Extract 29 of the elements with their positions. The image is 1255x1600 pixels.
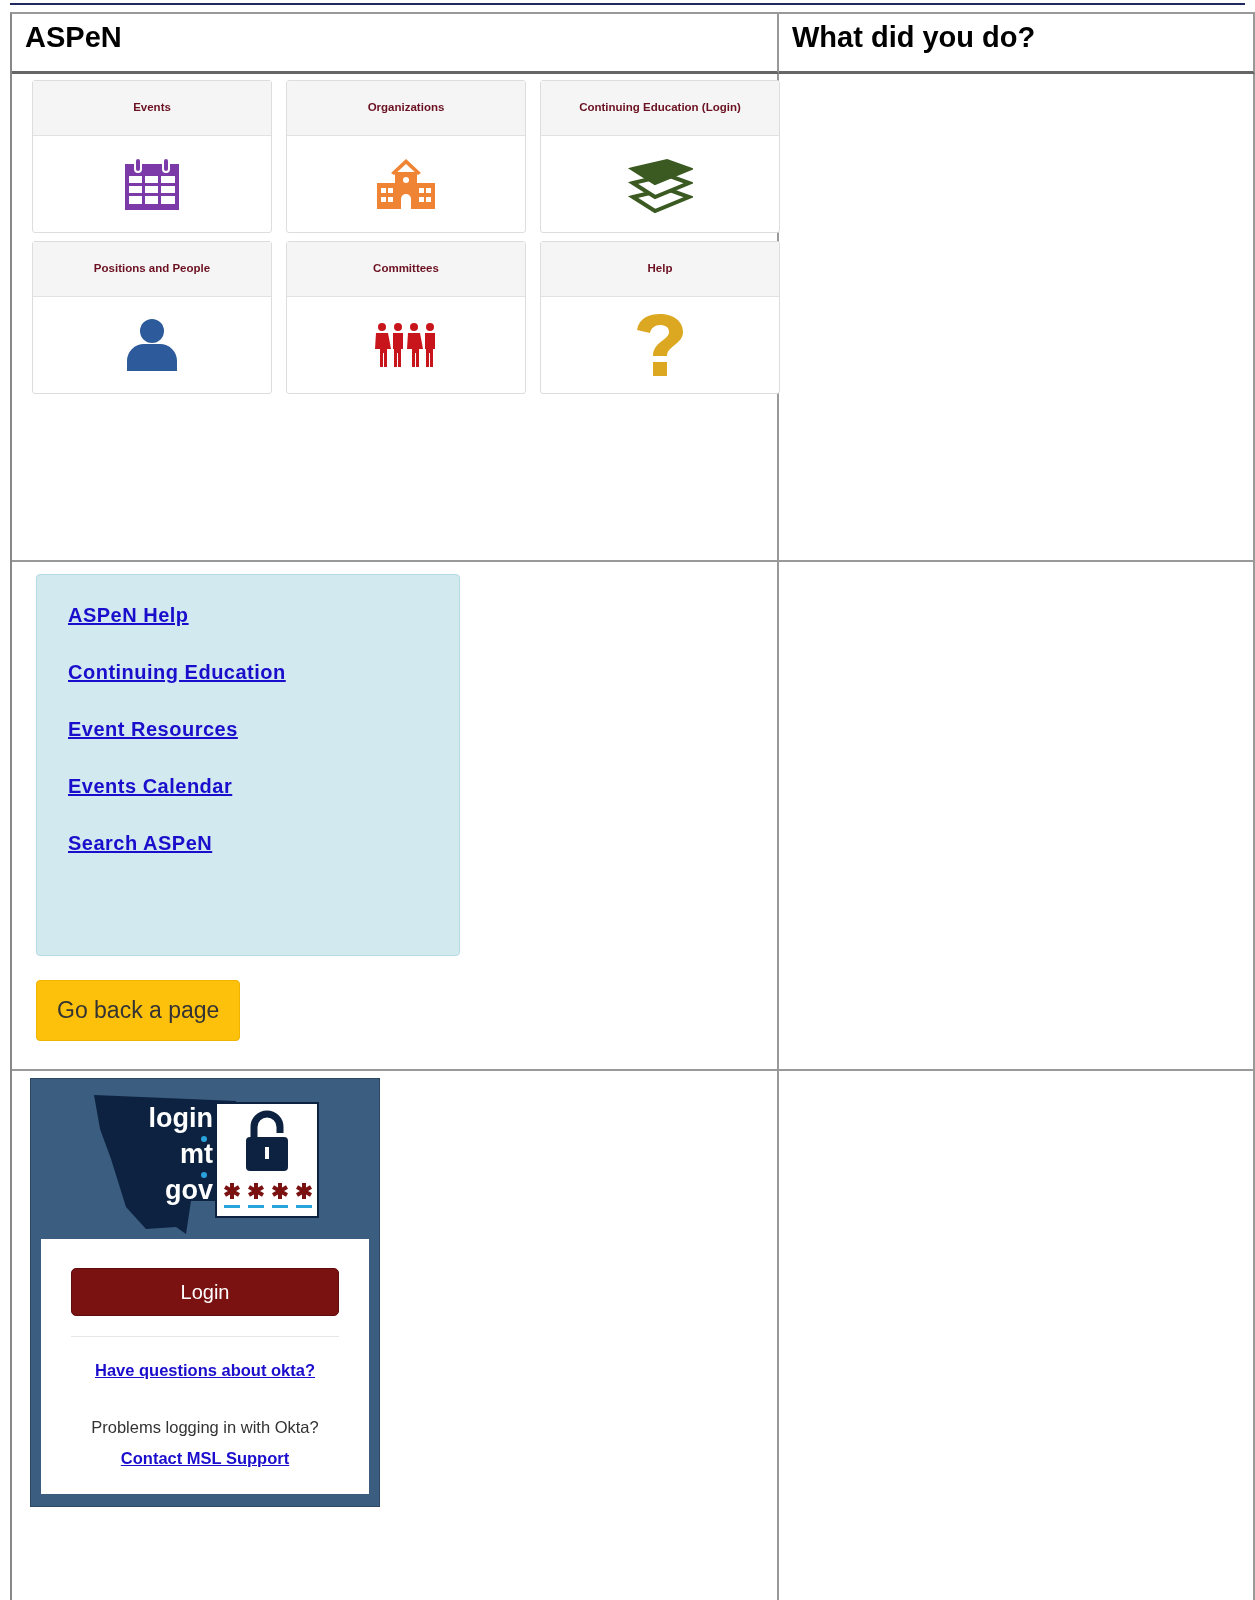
- link[interactable]: Have questions about okta?: [94, 1358, 315, 1383]
- link[interactable]: Contact MSL Support: [120, 1445, 290, 1471]
- link[interactable]: ASPeN Help: [68, 605, 189, 625]
- link[interactable]: Continuing Education: [68, 662, 286, 682]
- login-button[interactable]: Login: [71, 1268, 339, 1316]
- tile-title: Positions and People: [33, 242, 271, 297]
- tile-card[interactable]: Help: [540, 241, 780, 394]
- column-header: ASPeN: [24, 20, 123, 55]
- tile-card[interactable]: Positions and People: [32, 241, 272, 394]
- tile-card[interactable]: Continuing Education (Login): [540, 80, 780, 233]
- tile-card[interactable]: Events: [32, 80, 272, 233]
- link[interactable]: Event Resources: [68, 719, 238, 739]
- go-back-button[interactable]: Go back a page: [36, 980, 241, 1041]
- group-of-people-icon: [374, 323, 438, 367]
- school-building-icon: [377, 159, 435, 209]
- tile-card[interactable]: Organizations: [286, 80, 526, 233]
- calendar-icon: [125, 158, 179, 210]
- tile-title: Help: [541, 242, 779, 297]
- tile-title: Continuing Education (Login): [541, 81, 779, 136]
- tile-title: Organizations: [287, 81, 525, 136]
- tile-card[interactable]: Committees: [286, 241, 526, 394]
- link[interactable]: Search ASPeN: [68, 833, 213, 853]
- question-mark-icon: [637, 314, 683, 376]
- link[interactable]: Events Calendar: [68, 776, 233, 796]
- tile-title: Events: [33, 81, 271, 136]
- column-header: What did you do?: [791, 20, 1037, 55]
- help-text: Problems logging in with Okta?: [91, 1416, 319, 1438]
- tile-title: Committees: [287, 242, 525, 297]
- person-icon: [127, 319, 177, 371]
